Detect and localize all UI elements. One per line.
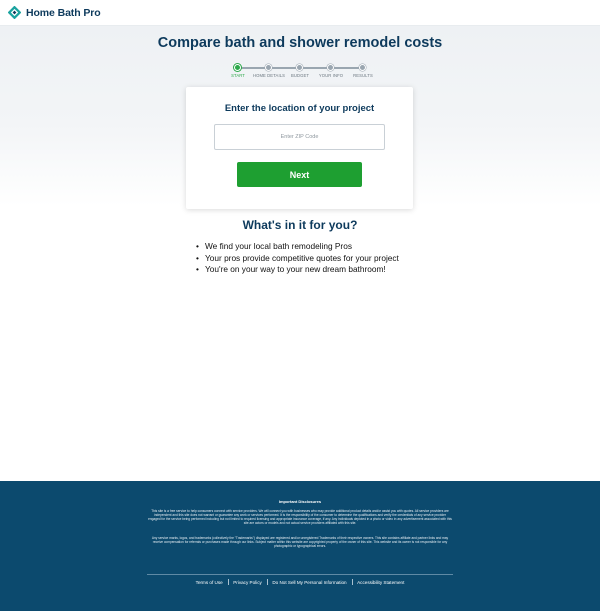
step-label-your-info: YOUR INFO xyxy=(318,73,344,78)
step-label-home-details: HOME DETAILS xyxy=(252,73,286,78)
step-label-results: RESULTS xyxy=(353,73,373,78)
step-dot-start xyxy=(234,64,241,71)
disclosures-title: Important Disclosures xyxy=(278,499,322,504)
list-item: You're on your way to your new dream bat… xyxy=(196,264,399,276)
footer-links: Terms of Use Privacy Policy Do Not Sell … xyxy=(0,579,600,585)
list-item: We find your local bath remodeling Pros xyxy=(196,241,399,253)
privacy-policy-link[interactable]: Privacy Policy xyxy=(228,580,267,585)
step-label-budget: BUDGET xyxy=(290,73,310,78)
disclosure-paragraph: Any service marks, logos, and trademarks… xyxy=(151,536,449,549)
step-dot-home-details xyxy=(265,64,272,71)
list-item: Your pros provide competitive quotes for… xyxy=(196,253,399,265)
form-heading: Enter the location of your project xyxy=(224,103,375,114)
zip-form-card: Enter the location of your project Next xyxy=(186,87,413,209)
zip-code-input[interactable] xyxy=(214,124,385,150)
step-dot-your-info xyxy=(327,64,334,71)
step-label-start: START xyxy=(231,73,245,78)
progress-stepper: START HOME DETAILS BUDGET YOUR INFO RESU… xyxy=(228,62,374,82)
page-title: Compare bath and shower remodel costs xyxy=(157,35,443,51)
benefits-heading: What's in it for you? xyxy=(242,218,358,232)
accessibility-statement-link[interactable]: Accessibility Statement xyxy=(352,580,409,585)
disclosure-paragraph: This site is a free service to help cons… xyxy=(148,509,452,526)
terms-of-use-link[interactable]: Terms of Use xyxy=(191,580,228,585)
footer: Important Disclosures This site is a fre… xyxy=(0,481,600,611)
brand-name[interactable]: Home Bath Pro xyxy=(26,7,101,19)
do-not-sell-link[interactable]: Do Not Sell My Personal Information xyxy=(267,580,351,585)
top-navigation-bar: Home Bath Pro xyxy=(0,0,600,26)
step-dot-budget xyxy=(296,64,303,71)
next-button[interactable]: Next xyxy=(237,162,362,187)
step-dot-results xyxy=(359,64,366,71)
benefits-list: We find your local bath remodeling Pros … xyxy=(196,241,399,276)
footer-divider xyxy=(147,574,453,575)
home-bath-pro-logo-icon[interactable] xyxy=(8,6,21,19)
